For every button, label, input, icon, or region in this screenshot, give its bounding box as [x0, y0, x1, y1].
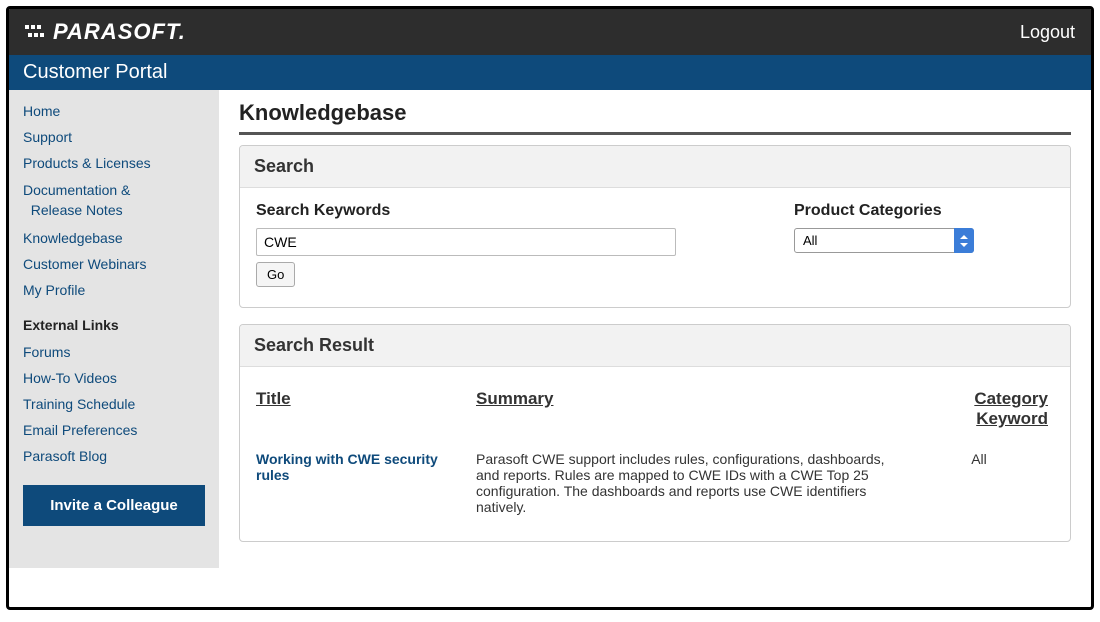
search-panel: Search Search Keywords Go Product Catego…	[239, 145, 1071, 308]
sidebar-item-forums[interactable]: Forums	[9, 339, 219, 365]
sidebar-item-documentation[interactable]: Documentation & Release Notes	[9, 176, 219, 225]
app-frame: PARASOFT. Logout Customer Portal Home Su…	[6, 6, 1094, 610]
result-category: All	[914, 445, 1054, 521]
sidebar-nav-list: Home Support Products & Licenses Documen…	[9, 98, 219, 303]
col-category[interactable]: Category Keyword	[914, 381, 1054, 445]
product-categories-select[interactable]: All	[794, 228, 974, 253]
col-title[interactable]: Title	[256, 381, 476, 445]
logout-link[interactable]: Logout	[1020, 22, 1075, 43]
sidebar-item-knowledgebase[interactable]: Knowledgebase	[9, 225, 219, 251]
sidebar-item-home[interactable]: Home	[9, 98, 219, 124]
sidebar-item-howto-videos[interactable]: How-To Videos	[9, 365, 219, 391]
search-keywords-label: Search Keywords	[256, 202, 754, 220]
main-content: Knowledgebase Search Search Keywords Go …	[219, 90, 1091, 568]
result-table: Title Summary Category Keyword Working w…	[256, 381, 1054, 521]
sidebar-external-heading: External Links	[9, 303, 219, 339]
col-summary[interactable]: Summary	[476, 381, 914, 445]
go-button[interactable]: Go	[256, 262, 295, 287]
sidebar: Home Support Products & Licenses Documen…	[9, 90, 219, 568]
result-link[interactable]: Working with CWE security rules	[256, 451, 438, 483]
parasoft-icon	[25, 23, 47, 41]
page-title: Knowledgebase	[239, 100, 1071, 126]
invite-colleague-button[interactable]: Invite a Colleague	[23, 485, 205, 526]
brand-logo: PARASOFT.	[25, 19, 186, 45]
brand-text: PARASOFT.	[53, 19, 186, 45]
sidebar-item-webinars[interactable]: Customer Webinars	[9, 251, 219, 277]
result-panel-title: Search Result	[240, 325, 1070, 367]
result-panel: Search Result Title Summary Category Key…	[239, 324, 1071, 542]
product-categories-label: Product Categories	[794, 202, 1054, 220]
subheader: Customer Portal	[9, 55, 1091, 90]
sidebar-external-list: Forums How-To Videos Training Schedule E…	[9, 339, 219, 469]
sidebar-item-email-preferences[interactable]: Email Preferences	[9, 417, 219, 443]
table-row: Working with CWE security rules Parasoft…	[256, 445, 1054, 521]
sidebar-item-my-profile[interactable]: My Profile	[9, 277, 219, 303]
topbar: PARASOFT. Logout	[9, 9, 1091, 55]
content-area: Home Support Products & Licenses Documen…	[9, 90, 1091, 568]
title-divider	[239, 132, 1071, 135]
search-panel-title: Search	[240, 146, 1070, 188]
sidebar-item-products-licenses[interactable]: Products & Licenses	[9, 150, 219, 176]
search-keywords-input[interactable]	[256, 228, 676, 256]
portal-title: Customer Portal	[23, 61, 168, 83]
sidebar-item-support[interactable]: Support	[9, 124, 219, 150]
result-summary: Parasoft CWE support includes rules, con…	[476, 445, 914, 521]
sidebar-item-parasoft-blog[interactable]: Parasoft Blog	[9, 443, 219, 469]
sidebar-item-training-schedule[interactable]: Training Schedule	[9, 391, 219, 417]
